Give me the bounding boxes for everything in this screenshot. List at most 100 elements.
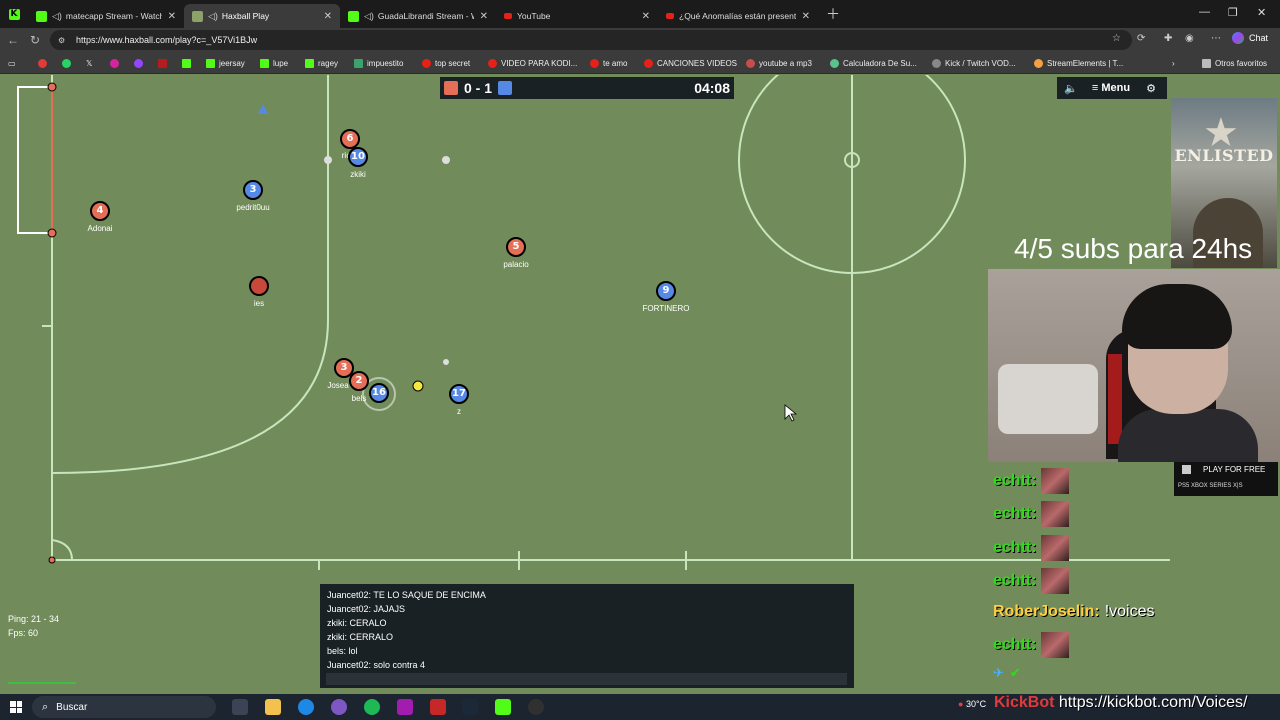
tab-haxball[interactable]: ◁) Haxball Play ✕ (184, 4, 340, 28)
bookmark-impuestito[interactable]: impuestito (354, 57, 403, 69)
minimize-button[interactable]: — (1199, 6, 1210, 18)
close-tab-icon[interactable]: ✕ (480, 11, 488, 22)
whatsapp-icon[interactable] (62, 57, 75, 69)
menu-button[interactable]: ≡ Menu (1085, 77, 1137, 99)
browser-tabbar: K ◁) matecapp Stream - Watch Liv ✕ ◁) Ha… (0, 0, 1280, 28)
file-explorer-icon[interactable] (265, 699, 281, 715)
left-goal-net (17, 86, 52, 234)
kick-app-icon[interactable] (495, 699, 511, 715)
steam-icon[interactable] (462, 699, 478, 715)
close-tab-icon[interactable]: ✕ (168, 11, 176, 22)
bookmark-icon-1[interactable] (38, 57, 51, 69)
kick-chat-line: echtt: (993, 535, 1069, 561)
address-bar-row: ← ↻ ⚙ https://www.haxball.com/play?c=_V5… (0, 28, 1280, 52)
kick-bookmark-icon[interactable] (182, 57, 195, 69)
emote-image (1040, 535, 1069, 561)
twitch-icon[interactable] (134, 57, 147, 69)
spotify-icon[interactable] (364, 699, 380, 715)
bookmark-canciones[interactable]: CANCIONES VIDEOS (644, 57, 737, 69)
bookmark-streamelements[interactable]: StreamElements | T... (1034, 57, 1123, 69)
youtube-icon (504, 13, 512, 19)
tab-anomalias[interactable]: ¿Qué Anomalías están presentes e ✕ (658, 4, 818, 28)
player-blue-3: 3 (243, 180, 263, 200)
kick-icon (348, 10, 359, 22)
edge-icon[interactable] (298, 699, 314, 715)
new-tab-button[interactable]: ＋ (826, 4, 840, 24)
scoreboard: 0 - 1 04:08 (440, 77, 734, 99)
close-window-button[interactable]: ✕ (1257, 6, 1266, 19)
match-timer: 04:08 (694, 80, 730, 96)
tab-kick-pinned[interactable]: K (0, 0, 28, 28)
ping-label: Ping: 21 - 34 (8, 614, 60, 624)
mouse-cursor (784, 404, 798, 422)
kick-chat-line: echtt: (993, 468, 1069, 494)
player-blue-17: 17 (449, 384, 469, 404)
bookmark-lupe[interactable]: lupe (260, 57, 288, 69)
emote-image (1040, 568, 1069, 594)
kick-chat-line: RoberJoselin: !voices (993, 603, 1155, 620)
extensions-icon[interactable]: ⟳ (1137, 33, 1145, 44)
site-info-icon[interactable]: ⚙ (58, 36, 68, 45)
kick-chat-line: echtt: (993, 501, 1069, 527)
game-menu-bar: 🔈 ≡ Menu ⚙ (1057, 77, 1167, 99)
app-icon[interactable] (430, 699, 446, 715)
chat-line: bels: lol (327, 646, 358, 656)
tab-guadalibrandi[interactable]: ◁) GuadaLibrandi Stream - Watch ✕ (340, 4, 496, 28)
bookmark-video-kodi[interactable]: VIDEO PARA KODI... (488, 57, 577, 69)
bookmark-kick-twitch-vod[interactable]: Kick / Twitch VOD... (932, 57, 1016, 69)
bookmark-top-secret[interactable]: top secret (422, 57, 470, 69)
sound-icon[interactable]: 🔈 (1057, 77, 1085, 99)
bookmark-youtube-mp3[interactable]: youtube a mp3 (746, 57, 812, 69)
kick-icon: K (8, 8, 20, 20)
kick-icon (36, 10, 47, 22)
canva-icon[interactable] (397, 699, 413, 715)
obs-icon[interactable] (528, 699, 544, 715)
close-tab-icon[interactable]: ✕ (642, 11, 650, 22)
bookmark-icon-red[interactable] (158, 57, 171, 69)
chat-input[interactable] (326, 673, 847, 685)
bookmarks-menu-icon[interactable]: ▭ (8, 57, 16, 69)
restore-button[interactable]: ❐ (1228, 6, 1238, 19)
reload-icon[interactable]: ↻ (24, 33, 46, 47)
player-red-6: 6 (340, 129, 360, 149)
bookmark-star-icon[interactable]: ☆ (1112, 33, 1121, 44)
windows-start-icon[interactable] (10, 701, 22, 713)
tab-youtube[interactable]: YouTube ✕ (496, 4, 658, 28)
tab-matecapp[interactable]: ◁) matecapp Stream - Watch Liv ✕ (28, 4, 184, 28)
field-marker (442, 156, 450, 164)
player-red-emoji (249, 276, 269, 296)
copilot-chat-button[interactable]: Chat (1231, 32, 1268, 44)
player-name: ies (253, 299, 265, 308)
discord-icon[interactable] (331, 699, 347, 715)
fps-label: Fps: 60 (8, 628, 39, 638)
x-icon[interactable]: 𝕏 (86, 57, 92, 69)
player-name: z (457, 407, 461, 416)
blue-arrow-indicator (258, 104, 268, 114)
goal-post (47, 228, 57, 238)
emote-image (1040, 501, 1069, 527)
chevron-right-icon[interactable]: › (1172, 57, 1175, 69)
task-view-icon[interactable] (232, 699, 248, 715)
more-menu-icon[interactable]: ⋯ (1211, 33, 1221, 44)
close-tab-icon[interactable]: ✕ (324, 11, 332, 22)
bookmark-te-amo[interactable]: te amo (590, 57, 627, 69)
instagram-icon[interactable] (110, 57, 123, 69)
player-blue-9: 9 (656, 281, 676, 301)
subs-goal: 4/5 subs para 24hs (1014, 233, 1253, 264)
close-tab-icon[interactable]: ✕ (802, 11, 810, 22)
bookmark-jeersay[interactable]: jeersay (206, 57, 245, 69)
kick-chat-overlay: echtt: echtt: echtt: echtt: RoberJoselin… (988, 462, 1171, 690)
play-for-free-banner: PLAY FOR FREE PS5 XBOX SERIES X|S (1174, 462, 1278, 496)
taskbar-search[interactable]: ⌕ Buscar (32, 696, 216, 718)
bookmark-ragey[interactable]: ragey (305, 57, 338, 69)
url-field[interactable]: ⚙ https://www.haxball.com/play?c=_V57Vi1… (50, 30, 1132, 50)
back-icon[interactable]: ← (2, 33, 24, 47)
other-bookmarks[interactable]: Otros favoritos (1202, 57, 1267, 69)
bookmarks-bar: ▭ 𝕏 jeersay lupe ragey impuestito top se… (0, 52, 1280, 74)
settings-gear-icon[interactable]: ⚙ (1137, 77, 1165, 99)
chat-log: Juancet02: TE LO SAQUE DE ENCIMA Juancet… (327, 588, 486, 672)
bookmark-calculadora[interactable]: Calculadora De Su... (830, 57, 917, 69)
puzzle-icon[interactable]: ✚ (1164, 33, 1172, 44)
profile-avatar[interactable]: ◉ (1185, 33, 1194, 44)
fps-graph (8, 680, 76, 684)
